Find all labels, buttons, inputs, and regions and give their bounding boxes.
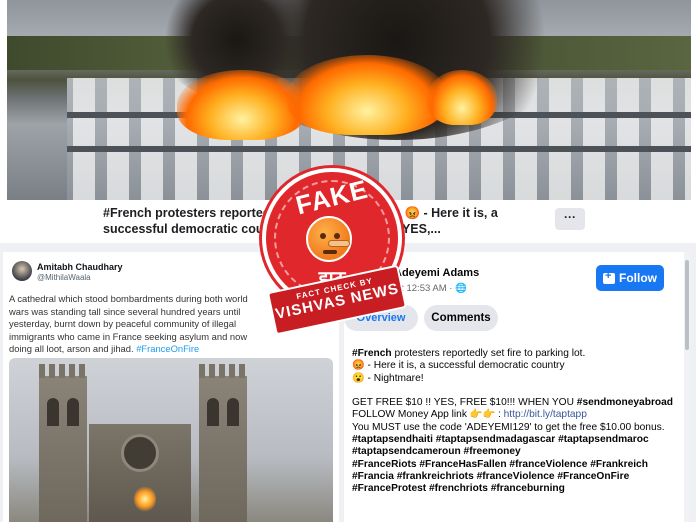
flame xyxy=(287,55,447,135)
avatar[interactable] xyxy=(12,261,32,281)
tower-battlement xyxy=(199,364,247,378)
emoji-eye xyxy=(320,233,326,239)
cathedral-tower-left xyxy=(39,364,87,522)
tweet-body: A cathedral which stood bombardments dur… xyxy=(9,293,248,354)
post-line xyxy=(352,385,686,397)
hashtag-line[interactable]: #taptapsendhaiti #taptapsendmadagascar #… xyxy=(352,434,686,446)
scrollbar[interactable] xyxy=(684,252,690,522)
emoji-mouth xyxy=(323,250,337,254)
post-line: 😮 - Nightmare! xyxy=(352,372,424,384)
post-author-name[interactable]: Adeyemi Adams xyxy=(394,267,479,279)
emoji-eye xyxy=(334,233,340,239)
tweet-author-name[interactable]: Amitabh Chaudhary xyxy=(37,262,123,272)
tower-battlement xyxy=(39,364,87,378)
scrollbar-thumb[interactable] xyxy=(685,260,689,350)
window-arch xyxy=(67,398,79,426)
hashtag-link[interactable]: #sendmoneyabroad xyxy=(577,397,673,408)
hashtag-line[interactable]: #FranceProtest #frenchriots #franceburni… xyxy=(352,483,686,495)
hashtag-line[interactable]: #Francia #frankreichriots #franceViolenc… xyxy=(352,471,686,483)
follow-button[interactable]: Follow xyxy=(596,265,664,291)
row-gap xyxy=(67,146,691,152)
hashtag-line[interactable]: #FranceRiots #FranceHasFallen #franceVio… xyxy=(352,459,686,471)
line-text: protesters reportedly set fire to parkin… xyxy=(391,348,586,359)
lying-face-icon xyxy=(306,216,352,262)
tweet-text: A cathedral which stood bombardments dur… xyxy=(9,293,269,356)
post-line: GET FREE $10 !! YES, FREE $10!!! WHEN YO… xyxy=(352,397,686,409)
follow-icon xyxy=(603,270,615,284)
emoji-nose xyxy=(328,240,350,247)
tweet-author-handle[interactable]: @MithilaWaala xyxy=(37,273,91,282)
post-line: You MUST use the code 'ADEYEMI129' to ge… xyxy=(352,421,665,433)
rose-window xyxy=(121,434,159,472)
more-options-button[interactable]: ··· xyxy=(555,208,585,230)
burning-cathedral-image[interactable] xyxy=(9,358,333,522)
hashtag-link[interactable]: #French xyxy=(352,348,392,359)
hashtag-line[interactable]: #taptapsendcameroun #freemoney xyxy=(352,446,686,458)
post-line: #French protesters reportedly set fire t… xyxy=(352,348,686,360)
tab-comments[interactable]: Comments xyxy=(424,305,498,331)
window-arch xyxy=(207,398,219,426)
tweet-hashtag[interactable]: #FranceOnFire xyxy=(136,343,199,354)
post-line: FOLLOW Money App link 👉👉 : http://bit.ly… xyxy=(352,409,686,421)
line-text: GET FREE $10 !! YES, FREE $10!!! WHEN YO… xyxy=(352,397,577,409)
flame xyxy=(427,70,497,125)
cathedral-tower-right xyxy=(199,364,247,522)
post-line: 😡 - Here it is, a successful democratic … xyxy=(352,360,565,372)
window-arch xyxy=(47,398,59,426)
money-app-link[interactable]: http://bit.ly/taptapp xyxy=(504,409,587,420)
follow-label: Follow xyxy=(619,271,657,285)
flame xyxy=(134,486,156,512)
line-text: FOLLOW Money App link 👉👉 : xyxy=(352,409,504,421)
post-body: #French protesters reportedly set fire t… xyxy=(352,348,686,496)
window-arch xyxy=(227,398,239,426)
